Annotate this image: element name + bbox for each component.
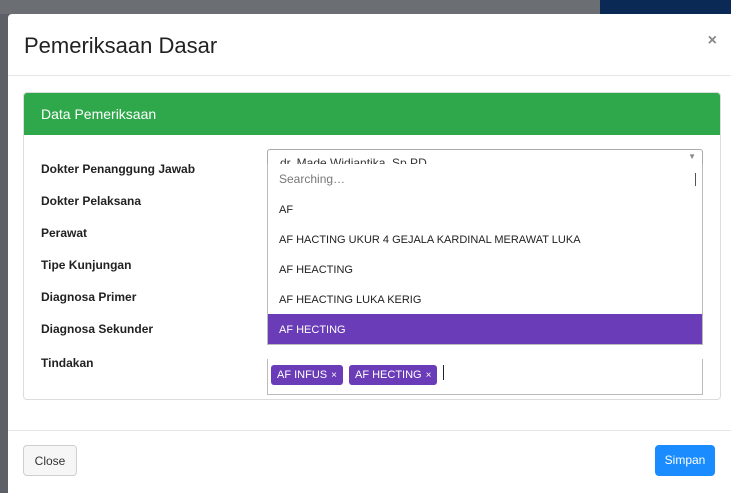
close-button[interactable]: Close bbox=[23, 445, 77, 476]
dropdown-option[interactable]: AF HEACTING bbox=[268, 254, 702, 284]
close-icon[interactable]: × bbox=[708, 32, 717, 50]
label-dokter-pelaksana: Dokter Pelaksana bbox=[41, 194, 142, 208]
dropdown-option[interactable]: AF HACTING UKUR 4 GEJALA KARDINAL MERAWA… bbox=[268, 224, 702, 254]
label-diagnosa-sekunder: Diagnosa Sekunder bbox=[41, 322, 154, 336]
tag-label: AF HECTING bbox=[355, 369, 422, 381]
tag-chip: AF HECTING × bbox=[349, 365, 438, 385]
dropdown-search[interactable]: Searching… bbox=[268, 164, 702, 194]
modal-dialog: Pemeriksaan Dasar × Data Pemeriksaan Dok… bbox=[8, 14, 731, 493]
text-cursor-icon bbox=[695, 173, 696, 186]
tag-label: AF INFUS bbox=[277, 369, 328, 381]
modal-header: Pemeriksaan Dasar × bbox=[8, 14, 731, 76]
chevron-down-icon: ▼ bbox=[688, 152, 696, 161]
data-card: Data Pemeriksaan Dokter Penanggung Jawab… bbox=[23, 92, 721, 400]
tindakan-tags-input[interactable]: AF INFUS × AF HECTING × bbox=[267, 359, 703, 395]
search-status: Searching… bbox=[279, 172, 346, 186]
modal-title: Pemeriksaan Dasar bbox=[24, 33, 218, 58]
dropdown-option[interactable]: AF HEACTING LUKA KERIG bbox=[268, 284, 702, 314]
tag-chip: AF INFUS × bbox=[271, 365, 343, 385]
card-header: Data Pemeriksaan bbox=[24, 93, 720, 135]
dropdown-option[interactable]: AF bbox=[268, 194, 702, 224]
remove-tag-icon[interactable]: × bbox=[331, 370, 337, 381]
label-tindakan: Tindakan bbox=[41, 356, 94, 370]
modal-footer: Close Simpan bbox=[8, 430, 731, 493]
text-cursor-icon bbox=[443, 365, 444, 380]
remove-tag-icon[interactable]: × bbox=[426, 370, 432, 381]
label-dokter-penanggung-jawab: Dokter Penanggung Jawab bbox=[41, 162, 196, 176]
page-backdrop-dark bbox=[600, 0, 731, 14]
label-tipe-kunjungan: Tipe Kunjungan bbox=[41, 258, 132, 272]
label-diagnosa-primer: Diagnosa Primer bbox=[41, 290, 137, 304]
dropdown-option-selected[interactable]: AF HECTING bbox=[268, 314, 702, 344]
label-perawat: Perawat bbox=[41, 226, 88, 240]
tindakan-dropdown: Searching… AF AF HACTING UKUR 4 GEJALA K… bbox=[267, 164, 703, 345]
save-button[interactable]: Simpan bbox=[655, 445, 715, 476]
